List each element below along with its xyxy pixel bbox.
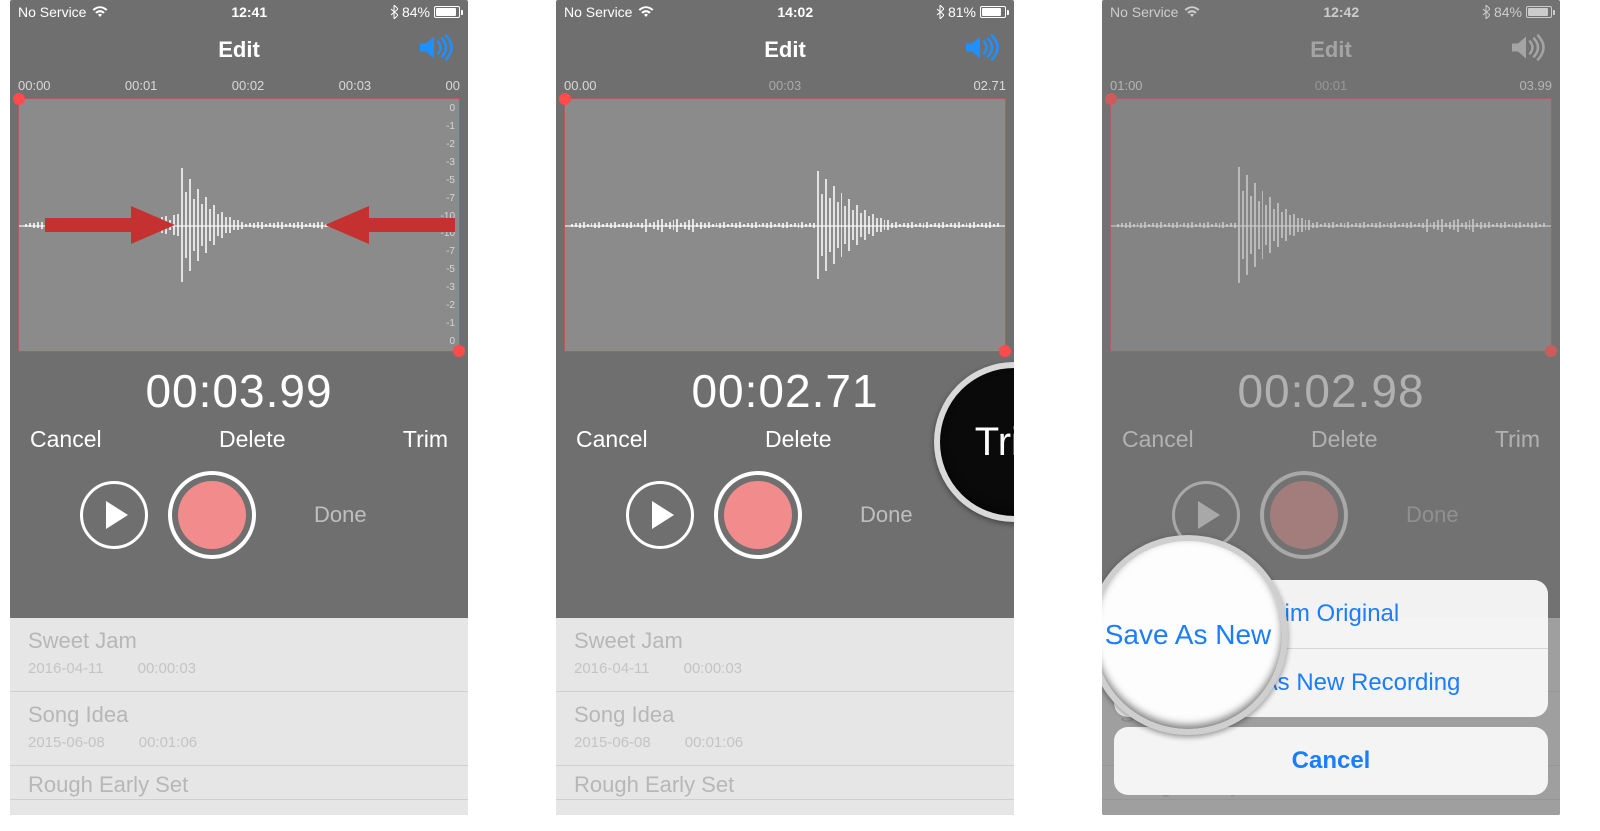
timeline-ruler: 00:00 00:01 00:02 00:03 00: [10, 76, 468, 94]
ruler-mid: 00:03: [769, 78, 802, 93]
nav-bar: Edit: [10, 24, 468, 76]
recording-title: Rough Early Set: [28, 772, 450, 798]
record-icon: [178, 481, 246, 549]
arrow-right-icon: [45, 200, 175, 250]
record-button[interactable]: [714, 471, 802, 559]
speaker-icon[interactable]: [418, 34, 454, 67]
waveform: [565, 99, 1005, 351]
recording-duration: 00:00:03: [138, 660, 196, 677]
recording-duration: 00:01:06: [685, 734, 743, 751]
status-bar: No Service 14:02 81%: [556, 0, 1014, 24]
list-item[interactable]: Rough Early Set: [556, 766, 1014, 800]
sheet-cancel[interactable]: Cancel: [1114, 727, 1548, 795]
bluetooth-icon: [390, 5, 398, 19]
screenshot-3: No Service 12:42 84% Edit 01:00 00:01 03…: [1102, 0, 1560, 815]
battery-pct: 84%: [402, 4, 430, 20]
delete-button[interactable]: Delete: [765, 426, 831, 453]
clock: 12:41: [108, 4, 390, 20]
speaker-icon[interactable]: [964, 34, 1000, 67]
arrow-left-icon: [325, 200, 455, 250]
list-item[interactable]: Sweet Jam 2016-04-11 00:00:03: [556, 618, 1014, 692]
ruler-tick: 00: [446, 78, 460, 93]
ruler-start: 00.00: [564, 78, 597, 93]
ruler-tick: 00:00: [18, 78, 51, 93]
list-item[interactable]: Song Idea 2015-06-08 00:01:06: [556, 692, 1014, 766]
ruler-tick: 00:02: [232, 78, 265, 93]
recording-date: 2015-06-08: [574, 734, 651, 751]
recording-date: 2016-04-11: [574, 660, 650, 677]
delete-button[interactable]: Delete: [219, 426, 285, 453]
page-title: Edit: [764, 37, 806, 63]
list-item[interactable]: Rough Early Set: [10, 766, 468, 800]
page-title: Edit: [218, 37, 260, 63]
clock: 14:02: [654, 4, 936, 20]
time-display: 00:03.99: [10, 364, 468, 418]
battery-icon: [980, 6, 1006, 18]
recording-duration: 00:01:06: [139, 734, 197, 751]
done-button[interactable]: Done: [314, 502, 367, 528]
bluetooth-icon: [936, 5, 944, 19]
nav-bar: Edit: [556, 24, 1014, 76]
recording-duration: 00:00:03: [684, 660, 742, 677]
carrier-label: No Service: [18, 4, 86, 20]
record-button[interactable]: [168, 471, 256, 559]
recording-title: Sweet Jam: [28, 628, 450, 654]
cancel-button[interactable]: Cancel: [576, 426, 648, 453]
waveform-trim-area[interactable]: 0-1-2-3-5-7-10-10-7-5-3-2-10: [18, 98, 460, 352]
ruler-end: 02.71: [973, 78, 1006, 93]
list-item[interactable]: Sweet Jam 2016-04-11 00:00:03: [10, 618, 468, 692]
cancel-button[interactable]: Cancel: [30, 426, 102, 453]
recording-date: 2016-04-11: [28, 660, 104, 677]
screenshot-1: No Service 12:41 84% Edit 00:00 00:: [10, 0, 468, 815]
ruler-tick: 00:01: [125, 78, 158, 93]
recordings-list: Sweet Jam 2016-04-11 00:00:03 Song Idea 2…: [10, 618, 468, 815]
play-icon: [652, 501, 674, 529]
play-button[interactable]: [80, 481, 148, 549]
play-icon: [106, 501, 128, 529]
recording-date: 2015-06-08: [28, 734, 105, 751]
status-bar: No Service 12:41 84%: [10, 0, 468, 24]
battery-pct: 81%: [948, 4, 976, 20]
record-icon: [724, 481, 792, 549]
timeline-ruler: 00.00 00:03 02.71: [556, 76, 1014, 94]
waveform-trim-area[interactable]: [564, 98, 1006, 352]
battery-icon: [434, 6, 460, 18]
wifi-icon: [92, 6, 108, 18]
wifi-icon: [638, 6, 654, 18]
recording-title: Song Idea: [574, 702, 996, 728]
recording-title: Song Idea: [28, 702, 450, 728]
done-button[interactable]: Done: [860, 502, 913, 528]
list-item[interactable]: Song Idea 2015-06-08 00:01:06: [10, 692, 468, 766]
recording-title: Rough Early Set: [574, 772, 996, 798]
play-button[interactable]: [626, 481, 694, 549]
carrier-label: No Service: [564, 4, 632, 20]
recordings-list: Sweet Jam 2016-04-11 00:00:03 Song Idea 2…: [556, 618, 1014, 815]
ruler-tick: 00:03: [339, 78, 372, 93]
screenshot-2: No Service 14:02 81% Edit 00.00 00:03 02…: [556, 0, 1014, 815]
recording-title: Sweet Jam: [574, 628, 996, 654]
trim-button[interactable]: Trim: [403, 426, 448, 453]
